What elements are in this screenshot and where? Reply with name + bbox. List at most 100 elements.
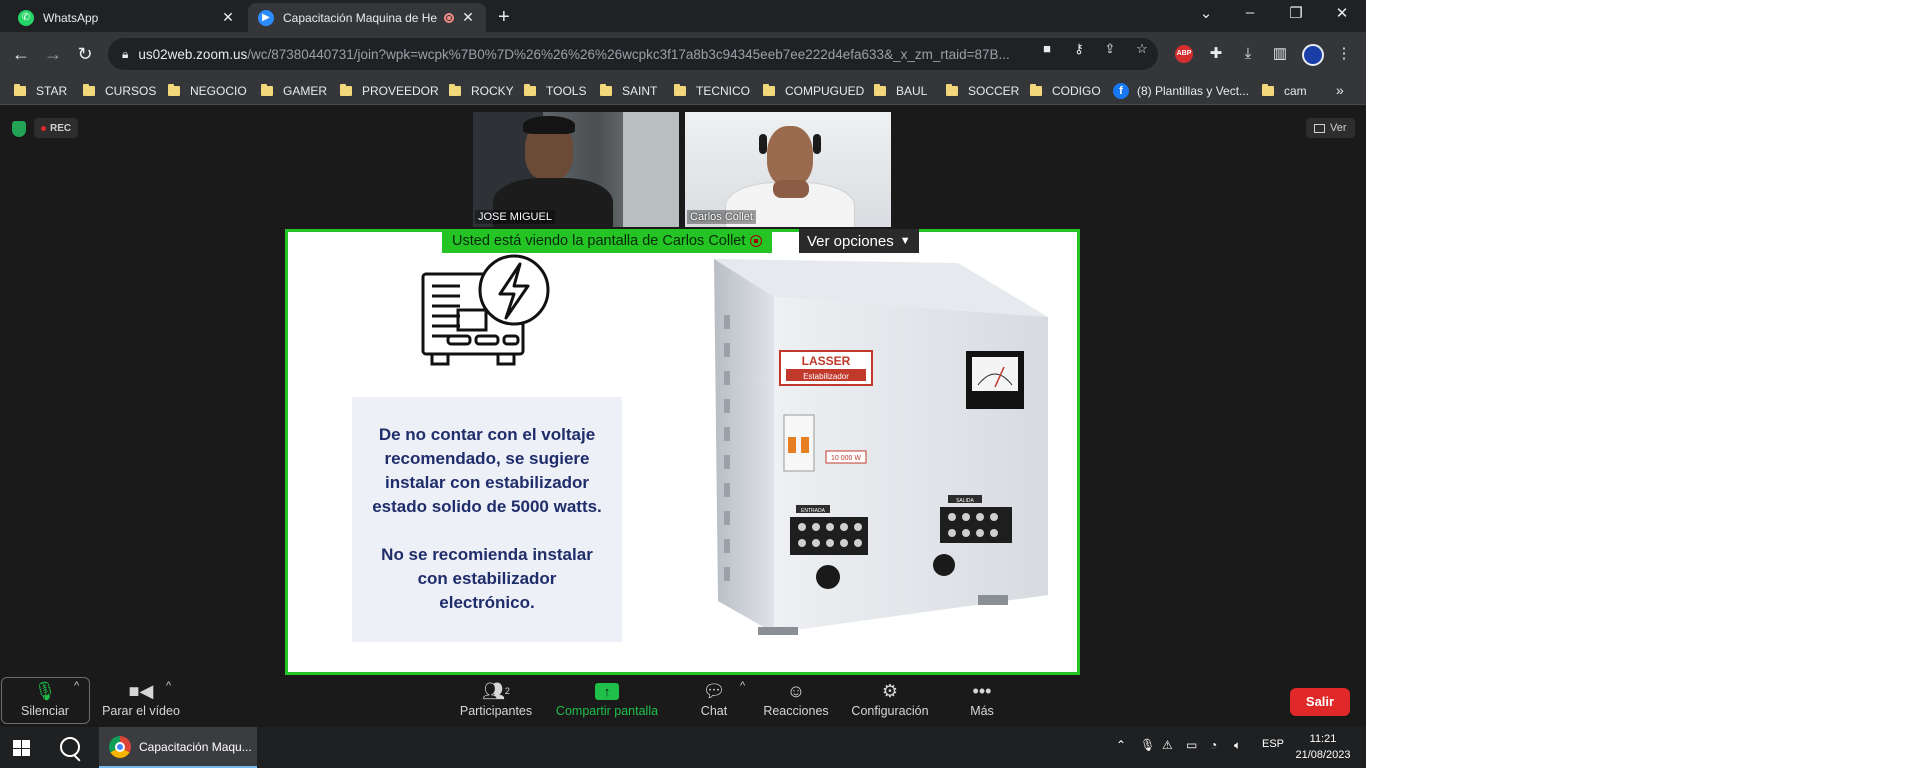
bookmark-folder[interactable]: TOOLS xyxy=(524,82,586,100)
more-dots-icon: ••• xyxy=(972,680,992,701)
folder-icon xyxy=(83,84,95,96)
participants-button[interactable]: 👥︎ 2 Participantes xyxy=(456,678,536,726)
folder-icon xyxy=(261,84,273,96)
forward-arrow-icon[interactable]: → xyxy=(41,42,65,66)
view-button[interactable]: Ver xyxy=(1306,118,1355,138)
windows-start-icon[interactable] xyxy=(13,740,30,756)
folder-icon xyxy=(449,84,461,96)
bookmark-folder[interactable]: NEGOCIO xyxy=(168,82,247,100)
camera-icon[interactable]: ■ xyxy=(1038,40,1056,58)
tray-language[interactable]: ESP xyxy=(1262,738,1284,750)
bookmark-facebook[interactable]: f (8) Plantillas y Vect... xyxy=(1113,82,1249,100)
folder-icon xyxy=(14,84,26,96)
chat-options-chevron-icon[interactable]: ^ xyxy=(740,680,745,692)
bookmark-folder[interactable]: SAINT xyxy=(600,82,657,100)
slide-paragraph: No se recomienda instalar con estabiliza… xyxy=(381,545,593,612)
mute-button[interactable]: 🎙︎ Silenciar xyxy=(12,678,78,726)
key-icon[interactable]: ⚷ xyxy=(1070,40,1088,58)
menu-kebab-icon[interactable]: ⋮ xyxy=(1334,44,1354,64)
rec-dot-icon xyxy=(41,125,46,131)
background-window xyxy=(623,112,679,227)
star-icon[interactable]: ☆ xyxy=(1133,40,1151,58)
encryption-shield-icon[interactable] xyxy=(12,121,26,137)
brand-sub-label: Estabilizador xyxy=(803,372,849,381)
bookmark-folder[interactable]: COMPUGUED xyxy=(763,82,864,100)
tab-zoom-meeting[interactable]: ▶ Capacitación Maquina de He ✕ xyxy=(248,3,486,32)
new-tab-button[interactable]: + xyxy=(498,6,510,29)
adblock-extension-icon[interactable]: ABP xyxy=(1175,45,1193,63)
bookmark-folder[interactable]: CODIGO xyxy=(1030,82,1101,100)
folder-icon xyxy=(600,84,612,96)
voltage-stabilizer-image: LASSER Estabilizador 10 000 W ENTRADA SA… xyxy=(714,259,1048,635)
tray-volume-icon[interactable]: 🔈︎ xyxy=(1234,738,1241,753)
bookmark-folder[interactable]: cam xyxy=(1262,82,1307,100)
lock-icon: 🔒︎ xyxy=(122,46,129,61)
bookmark-folder[interactable]: SOCCER xyxy=(946,82,1019,100)
reload-icon[interactable]: ↻ xyxy=(73,42,97,66)
view-options-button[interactable]: Ver opciones ▼ xyxy=(799,229,919,253)
bookmark-folder[interactable]: CURSOS xyxy=(83,82,156,100)
folder-icon xyxy=(874,84,886,96)
bookmark-folder[interactable]: PROVEEDOR xyxy=(340,82,439,100)
participant-hair xyxy=(523,116,575,134)
more-button[interactable]: ••• Más xyxy=(964,678,1000,726)
folder-icon xyxy=(524,84,536,96)
participant-video-jose-miguel[interactable]: JOSE MIGUEL xyxy=(473,112,679,227)
video-options-chevron-icon[interactable]: ^ xyxy=(166,680,171,692)
leave-meeting-button[interactable]: Salir xyxy=(1290,688,1350,716)
tray-microphone-icon[interactable]: 🎙︎ xyxy=(1140,738,1155,752)
meeting-controls-bar xyxy=(0,675,1366,727)
tab-whatsapp[interactable]: ✆ WhatsApp ✕ xyxy=(8,3,246,32)
participant-name: JOSE MIGUEL xyxy=(475,210,555,224)
audio-options-chevron-icon[interactable]: ^ xyxy=(74,680,79,692)
bookmark-folder[interactable]: GAMER xyxy=(261,82,327,100)
bookmarks-bar: STAR CURSOS NEGOCIO GAMER PROVEEDOR ROCK… xyxy=(0,77,1366,105)
extensions-puzzle-icon[interactable]: ✚ xyxy=(1206,44,1226,64)
side-panel-icon[interactable]: ▥ xyxy=(1270,44,1290,64)
reactions-button[interactable]: ☺︎ Reacciones xyxy=(760,678,832,726)
tray-overflow-chevron-icon[interactable]: ⌃ xyxy=(1116,738,1126,752)
back-arrow-icon[interactable]: ← xyxy=(9,42,33,66)
search-icon[interactable] xyxy=(60,737,80,757)
restore-button[interactable]: ❐ xyxy=(1276,4,1316,22)
settings-button[interactable]: ⚙︎ Configuración xyxy=(848,678,932,726)
stop-share-icon[interactable] xyxy=(750,235,763,247)
chat-button[interactable]: 💬︎ Chat xyxy=(696,678,732,726)
tray-wifi-icon[interactable]: ◔ xyxy=(1210,738,1217,752)
download-icon[interactable]: ⤓ xyxy=(1238,44,1258,64)
participant-video-carlos-collet[interactable]: Carlos Collet xyxy=(685,112,891,227)
generator-lightning-icon xyxy=(421,254,550,366)
tab-search-icon[interactable]: ⌄ xyxy=(1186,4,1226,22)
taskbar-clock[interactable]: 11:21 21/08/2023 xyxy=(1292,731,1354,763)
recording-icon xyxy=(444,12,454,23)
url-text[interactable]: us02web.zoom.us/wc/87380440731/join?wpk=… xyxy=(138,47,1038,62)
bookmark-folder[interactable]: ROCKY xyxy=(449,82,514,100)
minimize-button[interactable]: – xyxy=(1230,4,1270,21)
tab-title: WhatsApp xyxy=(43,10,99,25)
recording-badge[interactable]: REC xyxy=(34,118,79,138)
bookmark-folder[interactable]: BAUL xyxy=(874,82,927,100)
bookmark-folder[interactable]: TECNICO xyxy=(674,82,750,100)
close-icon[interactable]: ✕ xyxy=(460,9,476,26)
facebook-icon: f xyxy=(1113,83,1129,99)
close-icon[interactable]: ✕ xyxy=(220,9,236,26)
tray-battery-icon[interactable]: ▭ xyxy=(1186,738,1197,752)
headphones-icon xyxy=(813,134,821,154)
profile-avatar[interactable] xyxy=(1302,44,1324,66)
tray-security-icon[interactable]: ⚠︎ xyxy=(1162,738,1173,752)
view-grid-icon xyxy=(1314,123,1325,133)
address-bar[interactable]: 🔒︎ us02web.zoom.us/wc/87380440731/join?w… xyxy=(108,38,1158,70)
close-window-button[interactable]: ✕ xyxy=(1322,4,1362,22)
bookmarks-overflow-icon[interactable]: » xyxy=(1336,82,1344,98)
share-screen-icon: ↑ xyxy=(552,678,662,704)
share-screen-button[interactable]: ↑ Compartir pantalla xyxy=(552,678,662,726)
input-label: ENTRADA xyxy=(801,508,826,514)
tab-title: Capacitación Maquina de He xyxy=(283,10,438,25)
bookmark-folder[interactable]: STAR xyxy=(14,82,67,100)
taskbar-chrome-app[interactable]: Capacitación Maqu... xyxy=(99,727,257,768)
chevron-down-icon: ▼ xyxy=(899,235,911,247)
gear-icon: ⚙︎ xyxy=(881,680,899,701)
folder-icon xyxy=(340,84,352,96)
folder-icon xyxy=(946,84,958,96)
share-icon[interactable]: ⇪ xyxy=(1101,40,1119,58)
